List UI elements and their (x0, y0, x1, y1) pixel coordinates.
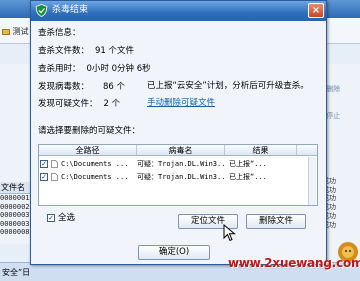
viruses-found-value: 86 个 (103, 82, 126, 92)
summary-heading: 查杀信息： (38, 28, 81, 38)
table-scrollbar[interactable] (308, 157, 316, 205)
background-tab[interactable]: 测试 (2, 24, 29, 40)
folder-icon (2, 28, 10, 35)
row-virus-name: 可疑：Trojan.DL.Win3... (137, 160, 225, 168)
background-tab-label: 测试 (12, 27, 29, 36)
file-icon (51, 173, 58, 181)
row-checkbox[interactable]: ✓ (40, 160, 48, 168)
dialog-titlebar[interactable]: 杀毒结束 × (31, 1, 326, 21)
shield-icon (35, 4, 48, 17)
mouse-cursor-icon (223, 224, 236, 242)
site-watermark: www.2xuewang.com (228, 256, 360, 270)
column-header-virus[interactable]: 病毒名 (137, 145, 225, 156)
row-result: 已上报“... (229, 173, 267, 181)
suspicious-files-line: 发现可疑文件： 2 个 (38, 98, 120, 110)
manual-delete-link[interactable]: 手动删除可疑文件 (147, 97, 215, 109)
close-button[interactable]: × (308, 3, 324, 18)
row-result: 已上报“... (229, 160, 267, 168)
table-row[interactable]: ✓ C:\Documents ... 可疑：Trojan.DL.Win3... … (39, 159, 317, 170)
row-checkbox[interactable]: ✓ (40, 173, 48, 181)
table-row[interactable]: ✓ C:\Documents ... 可疑：Trojan.DL.Win3... … (39, 172, 317, 183)
delete-file-button[interactable]: 删除文件 (246, 214, 306, 229)
suspicious-files-label: 发现可疑文件： (38, 99, 98, 109)
row-path: C:\Documents ... (61, 173, 129, 181)
cloud-report-note: 已上报“云安全”计划，分析后可升级查杀。 (147, 81, 309, 91)
files-scanned-value: 91 个文件 (95, 46, 135, 56)
files-scanned-line: 查杀文件数： 91 个文件 (38, 45, 134, 57)
select-all-label: 全选 (58, 213, 76, 223)
ok-button[interactable]: 确定(O) (138, 245, 210, 260)
column-header-path[interactable]: 全路径 (39, 145, 137, 156)
suspicious-files-value: 2 个 (103, 99, 121, 109)
scan-complete-dialog: 杀毒结束 × 查杀信息： 查杀文件数： 91 个文件 查杀用时： 0小时 0分钟 6… (30, 0, 327, 265)
column-header-result[interactable]: 结果 (225, 145, 297, 156)
scan-time-label: 查杀用时： (38, 64, 81, 74)
file-icon (51, 160, 58, 168)
suspicious-files-table: 全路径 病毒名 结果 ✓ C:\Documents ... 可疑：Trojan.… (38, 144, 318, 206)
select-files-prompt: 请选择要删除的可疑文件： (38, 126, 141, 136)
files-scanned-label: 查杀文件数： (38, 46, 90, 56)
row-path: C:\Documents ... (61, 160, 129, 168)
dialog-title: 杀毒结束 (52, 5, 89, 15)
viruses-found-line: 发现病毒数： 86 个 (38, 81, 125, 93)
close-icon: × (311, 5, 321, 16)
select-all-checkbox[interactable]: ✓ (47, 214, 55, 222)
scan-time-value: 0小时 0分钟 6秒 (86, 64, 151, 74)
row-virus-name: 可疑：Trojan.DL.Win3... (137, 173, 225, 181)
viruses-found-label: 发现病毒数： (38, 82, 90, 92)
table-header: 全路径 病毒名 结果 (39, 145, 317, 156)
scan-time-line: 查杀用时： 0小时 0分钟 6秒 (38, 63, 151, 75)
